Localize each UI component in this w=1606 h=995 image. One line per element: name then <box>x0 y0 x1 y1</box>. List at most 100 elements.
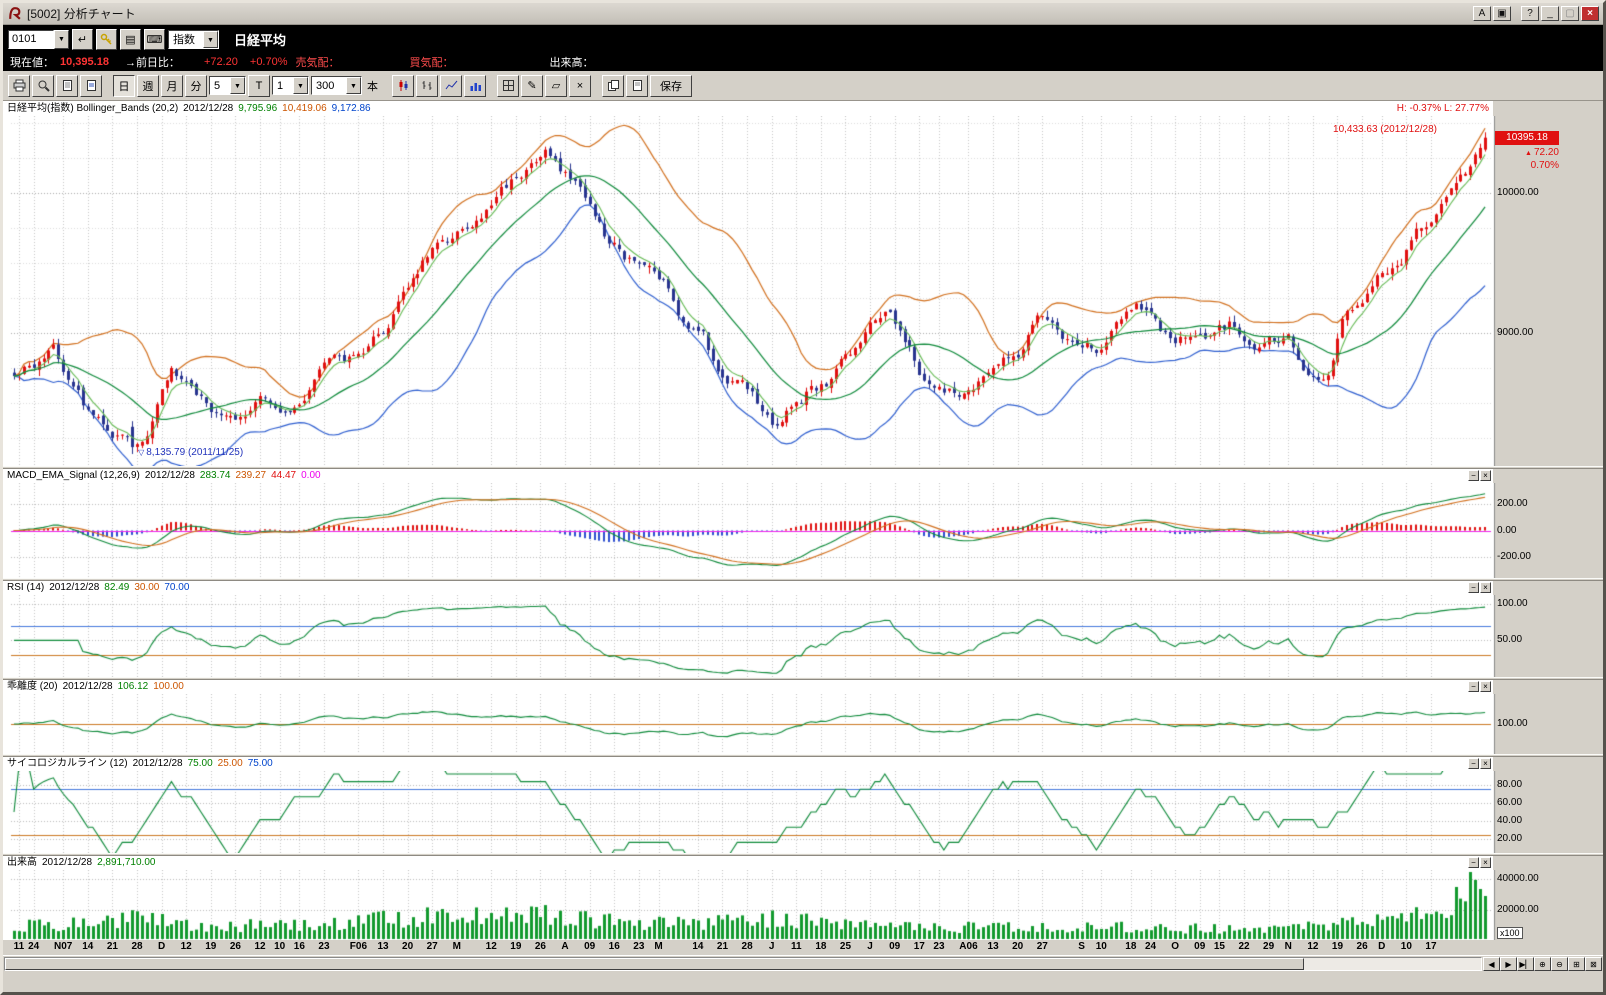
help-button[interactable]: ? <box>1521 6 1539 21</box>
scroll-right-button[interactable]: ▶ <box>1500 957 1517 971</box>
tick-select[interactable]: 1 ▼ <box>272 76 309 95</box>
time-axis-label: 17 <box>914 941 925 952</box>
main-chart-canvas[interactable] <box>3 116 1603 466</box>
zoom-in-button[interactable]: ⊕ <box>1534 957 1551 971</box>
font-size-button[interactable]: A <box>1473 6 1491 21</box>
scrollbar-buttons: ◀▶▶▏⊕⊖⊞⊠ <box>1483 957 1602 971</box>
panel-minimize-button[interactable]: − <box>1468 470 1479 481</box>
line-type-button[interactable] <box>440 75 462 97</box>
psych-chart-canvas[interactable] <box>3 771 1603 853</box>
window-title: [5002] 分析チャート <box>27 5 136 22</box>
window-layout-button[interactable]: ▣ <box>1493 6 1511 21</box>
grid-icon <box>502 79 515 92</box>
rsi-chart-canvas[interactable] <box>3 595 1603 677</box>
kairi-title: 乖離度 (20) <box>7 680 58 694</box>
time-axis-label: 18 <box>1125 941 1136 952</box>
tick-button[interactable]: T <box>248 75 270 97</box>
save-button[interactable]: 保存 <box>650 75 692 97</box>
scroll-left-button[interactable]: ◀ <box>1483 957 1500 971</box>
copy-icon <box>607 79 620 92</box>
current-price-value: 10,395.18 <box>60 56 109 68</box>
period-minute-button[interactable]: 分 <box>185 75 207 97</box>
close-button[interactable]: × <box>1581 6 1599 21</box>
grid-button[interactable]: ⊞ <box>1568 957 1585 971</box>
panel-minimize-button[interactable]: − <box>1468 758 1479 769</box>
time-axis-label: 13 <box>377 941 388 952</box>
period-week-button[interactable]: 週 <box>137 75 159 97</box>
tick-dropdown-button[interactable]: ▼ <box>293 77 308 94</box>
macd-chart-canvas[interactable] <box>3 483 1603 578</box>
change-label: →前日比： <box>125 54 180 70</box>
scrollbar-thumb[interactable] <box>5 958 1304 970</box>
axis-label: 100.00 <box>1497 598 1528 609</box>
period-day-button[interactable]: 日 <box>113 75 135 97</box>
panel-minimize-button[interactable]: − <box>1468 681 1479 692</box>
key-button[interactable] <box>96 29 117 50</box>
symbol-code-input[interactable] <box>8 30 54 49</box>
time-axis-label: N07 <box>54 941 72 952</box>
axis-label: 20.00 <box>1497 833 1522 844</box>
export-button[interactable] <box>626 75 648 97</box>
titlebar[interactable]: [5002] 分析チャート A ▣ ? _ ▢ × <box>3 3 1603 25</box>
minute-select[interactable]: 5 ▼ <box>209 76 246 95</box>
candlestick-type-button[interactable] <box>392 75 414 97</box>
time-axis-label: N <box>1285 941 1292 952</box>
panel-close-button[interactable]: × <box>1480 758 1491 769</box>
macd-date: 2012/12/28 <box>145 469 195 483</box>
bar-count-select[interactable]: 300 ▼ <box>311 76 362 95</box>
scrollbar-track[interactable] <box>4 957 1482 971</box>
psych-upper-ref: 75.00 <box>248 757 273 771</box>
eraser-button[interactable]: ▱ <box>545 75 567 97</box>
enter-button[interactable]: ↵ <box>72 29 93 50</box>
copy-settings-button[interactable] <box>602 75 624 97</box>
print-button[interactable] <box>8 75 30 97</box>
expand-button[interactable]: ⊠ <box>1585 957 1602 971</box>
bar-type-button[interactable] <box>416 75 438 97</box>
category-dropdown-button[interactable]: ▼ <box>203 31 218 48</box>
volume-chart-canvas[interactable] <box>3 870 1603 940</box>
axis-label: 9000.00 <box>1497 327 1533 338</box>
panel-volume-header: 出来高 2012/12/28 2,891,710.00 −× <box>3 856 1603 870</box>
current-price-badge: 10395.18 <box>1495 131 1559 145</box>
maximize-button[interactable]: ▢ <box>1561 6 1579 21</box>
change-pct-value: +0.70% <box>250 56 288 68</box>
kairi-chart-canvas[interactable] <box>3 694 1603 754</box>
panel-close-button[interactable]: × <box>1480 857 1491 868</box>
panel-close-button[interactable]: × <box>1480 681 1491 692</box>
delete-drawing-button[interactable]: × <box>569 75 591 97</box>
panel-rsi-header: RSI (14) 2012/12/28 82.49 30.00 70.00 −× <box>3 581 1603 595</box>
minimize-button[interactable]: _ <box>1541 6 1559 21</box>
scroll-latest-button[interactable]: ▶▏ <box>1517 957 1534 971</box>
psych-title: サイコロジカルライン (12) <box>7 757 128 771</box>
copy-chart-button[interactable] <box>56 75 78 97</box>
keyboard-button[interactable]: ⌨ <box>144 29 165 50</box>
form-button[interactable]: ▤ <box>120 29 141 50</box>
panel-close-button[interactable]: × <box>1480 582 1491 593</box>
chart-toolbar: 日 週 月 分 5 ▼ T 1 ▼ 300 ▼ 本 ✎ ▱ × 保存 <box>3 71 1603 101</box>
axis-label: 40.00 <box>1497 815 1522 826</box>
axis-label: -200.00 <box>1497 551 1531 562</box>
time-axis-label: 21 <box>717 941 728 952</box>
panel-close-button[interactable]: × <box>1480 470 1491 481</box>
panel-minimize-button[interactable]: − <box>1468 857 1479 868</box>
panel-minimize-button[interactable]: − <box>1468 582 1479 593</box>
draw-button[interactable]: ✎ <box>521 75 543 97</box>
grid-toggle-button[interactable] <box>497 75 519 97</box>
symbol-code-dropdown-button[interactable]: ▼ <box>54 30 69 49</box>
chart-scrollbar[interactable]: ◀▶▶▏⊕⊖⊞⊠ <box>3 955 1603 972</box>
panel-psych-header: サイコロジカルライン (12) 2012/12/28 75.00 25.00 7… <box>3 757 1603 771</box>
minute-dropdown-button[interactable]: ▼ <box>230 77 245 94</box>
period-month-button[interactable]: 月 <box>161 75 183 97</box>
zoom-button[interactable] <box>32 75 54 97</box>
change-value: +72.20 <box>204 56 238 68</box>
new-window-button[interactable] <box>80 75 102 97</box>
category-select[interactable]: 指数 ▼ <box>168 30 219 49</box>
zoom-out-button[interactable]: ⊖ <box>1551 957 1568 971</box>
rsi-value: 82.49 <box>104 581 129 595</box>
low-marker-icon: ▽ <box>138 448 144 457</box>
volume-type-button[interactable] <box>464 75 486 97</box>
time-axis-label: 19 <box>510 941 521 952</box>
time-axis-label: 22 <box>1238 941 1249 952</box>
bar-count-dropdown-button[interactable]: ▼ <box>346 77 361 94</box>
volume-unit-label: x100 <box>1497 927 1523 939</box>
